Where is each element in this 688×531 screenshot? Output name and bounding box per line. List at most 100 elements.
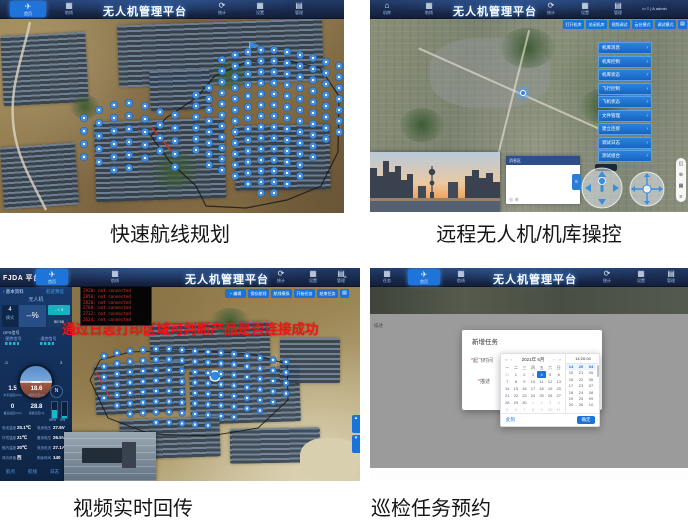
action-button[interactable]: 关闭机库 <box>586 20 607 29</box>
calendar-day-cell[interactable]: 26 <box>546 392 555 399</box>
nav-route[interactable]: ▦航线 <box>414 1 444 15</box>
nav-route[interactable]: ▦航线 <box>54 1 84 15</box>
calendar-day-cell[interactable]: 4 <box>537 371 546 378</box>
nav-stats[interactable]: ⟳统计 <box>592 269 622 283</box>
time-scrollbar[interactable] <box>597 365 599 377</box>
calendar-day-cell[interactable]: 21 <box>503 392 512 399</box>
calendar-day-cell[interactable]: 3 <box>546 399 555 406</box>
calendar-day-cell[interactable]: 24 <box>529 392 538 399</box>
calendar-day-cell[interactable]: 25 <box>537 392 546 399</box>
calendar-day-cell[interactable]: 1 <box>512 371 521 378</box>
nav-home[interactable]: ✈首页 <box>36 269 68 285</box>
nav-manage[interactable]: ▤管理 <box>656 269 686 283</box>
calendar-day-cell[interactable]: 27 <box>554 392 563 399</box>
menu-item[interactable]: 机库消息› <box>598 42 652 54</box>
calendar-day-cell[interactable]: 29 <box>512 399 521 406</box>
calendar-day-cell[interactable]: 20 <box>554 385 563 392</box>
menu-item[interactable]: 机库控制› <box>598 56 652 68</box>
calendar-day-cell[interactable]: 12 <box>546 378 555 385</box>
action-button[interactable]: 调试模式 <box>655 20 676 29</box>
list-icon[interactable]: ≡ <box>680 194 683 200</box>
emoji-icon[interactable]: ◎ <box>509 197 513 203</box>
nav-home[interactable]: ✈首页 <box>10 1 46 17</box>
menu-item[interactable]: 文件管理› <box>598 110 652 122</box>
calendar-day-cell[interactable]: 5 <box>546 371 555 378</box>
nav-task[interactable]: ▦任务 <box>372 269 402 283</box>
admin-account[interactable]: ▭ ≡ | A admin <box>642 6 667 11</box>
calendar-day-cell[interactable]: 31 <box>503 371 512 378</box>
flight-joystick[interactable] <box>628 170 666 212</box>
fullscreen-icon[interactable]: ◱ <box>679 161 684 167</box>
admin-account[interactable]: A <box>344 274 347 279</box>
hangar-video-feed[interactable] <box>64 432 156 481</box>
calendar-day-cell[interactable]: 17 <box>529 385 538 392</box>
tab-waypoints[interactable]: 航点 <box>6 469 15 475</box>
calendar-day-cell[interactable]: 7 <box>520 406 529 413</box>
menu-item[interactable]: 测试组合› <box>598 150 652 162</box>
calendar-day-cell[interactable]: 28 <box>503 399 512 406</box>
calendar-day-cell[interactable]: 7 <box>503 378 512 385</box>
tab-logs[interactable]: 日志 <box>50 469 59 475</box>
log-console[interactable]: 2920: not connected2856: not connected28… <box>80 286 152 326</box>
nav-settings[interactable]: ▦设置 <box>570 1 600 15</box>
nav-stats[interactable]: ⟳统计 <box>536 1 566 15</box>
waypoint-route-layer[interactable] <box>0 0 344 213</box>
calendar-day-cell[interactable]: 15 <box>512 385 521 392</box>
calendar-day-cell[interactable]: 30 <box>520 399 529 406</box>
back-link[interactable]: ‹ 基本资料 <box>3 289 24 295</box>
map-zoom-out-tab[interactable]: ▾ <box>352 435 360 453</box>
calendar-day-cell[interactable]: 5 <box>503 406 512 413</box>
tab-routes[interactable]: 航线 <box>28 469 37 475</box>
nav-hangar[interactable]: ⌂机库 <box>372 1 402 15</box>
nav-settings[interactable]: ▦设置 <box>298 269 328 283</box>
action-button[interactable]: 云台模式 <box>632 20 653 29</box>
calendar-day-cell[interactable]: 14 <box>503 385 512 392</box>
action-button[interactable]: 视频调试 <box>609 20 630 29</box>
calendar-day-cell[interactable]: 19 <box>546 385 555 392</box>
time-cell[interactable]: 10 <box>586 402 596 408</box>
gimbal-joystick[interactable] <box>580 166 624 212</box>
calendar-day-cell[interactable]: 9 <box>520 378 529 385</box>
fpv-video-preview[interactable] <box>370 152 500 212</box>
more-menu-icon[interactable]: ▤ <box>678 20 687 29</box>
calendar-day-cell[interactable]: 18 <box>537 385 546 392</box>
action-button[interactable]: 开始任务 <box>294 289 315 298</box>
map-zoom-in-tab[interactable]: ▴ <box>352 415 360 433</box>
calendar-day-cell[interactable]: 8 <box>512 378 521 385</box>
calendar-day-cell[interactable]: 10 <box>546 406 555 413</box>
nav-route[interactable]: ▦航线 <box>100 269 130 283</box>
calendar-day-cell[interactable]: 6 <box>512 406 521 413</box>
menu-item[interactable]: 调试日志› <box>598 137 652 149</box>
calendar-day-cell[interactable]: 3 <box>529 371 538 378</box>
nav-stats[interactable]: ⟳统计 <box>207 1 237 15</box>
calendar-day-cell[interactable]: 2 <box>537 399 546 406</box>
action-button[interactable]: + 编辑 <box>225 289 246 298</box>
next-year-icon[interactable]: » <box>559 356 561 364</box>
action-button[interactable]: 航线模拟 <box>271 289 292 298</box>
calendar-day-cell[interactable]: 8 <box>529 406 538 413</box>
track-preview-link[interactable]: 航迹预览 <box>46 289 64 295</box>
nav-stats[interactable]: ⟳统计 <box>266 269 296 283</box>
calendar-day-cell[interactable]: 1 <box>529 399 538 406</box>
calendar-day-cell[interactable]: 10 <box>529 378 538 385</box>
calendar-day-cell[interactable]: 2 <box>520 371 529 378</box>
calendar-day-cell[interactable]: 16 <box>520 385 529 392</box>
calendar-day-cell[interactable]: 22 <box>512 392 521 399</box>
nav-manage[interactable]: ▤管理 <box>284 1 314 15</box>
time-cell[interactable]: 26 <box>576 402 586 408</box>
locate-icon[interactable]: ⊕ <box>679 172 683 178</box>
nav-home[interactable]: ✈首页 <box>408 269 440 285</box>
nav-manage[interactable]: ▤管理 <box>603 1 633 15</box>
attach-icon[interactable]: ⊕ <box>515 197 519 203</box>
menu-item[interactable]: 建立连接› <box>598 123 652 135</box>
action-button[interactable]: 保存航线 <box>248 289 269 298</box>
menu-item[interactable]: 飞行控制› <box>598 83 652 95</box>
calendar-day-cell[interactable]: 4 <box>554 399 563 406</box>
time-cell[interactable]: 20 <box>566 402 576 408</box>
calendar-day-cell[interactable]: 11 <box>554 406 563 413</box>
action-button[interactable]: 结束任务 <box>317 289 338 298</box>
nav-settings[interactable]: ▦设置 <box>245 1 275 15</box>
confirm-button[interactable]: 确定 <box>577 416 595 424</box>
more-menu-icon[interactable]: ▤ <box>340 289 349 298</box>
layers-icon[interactable]: ▦ <box>679 183 684 189</box>
